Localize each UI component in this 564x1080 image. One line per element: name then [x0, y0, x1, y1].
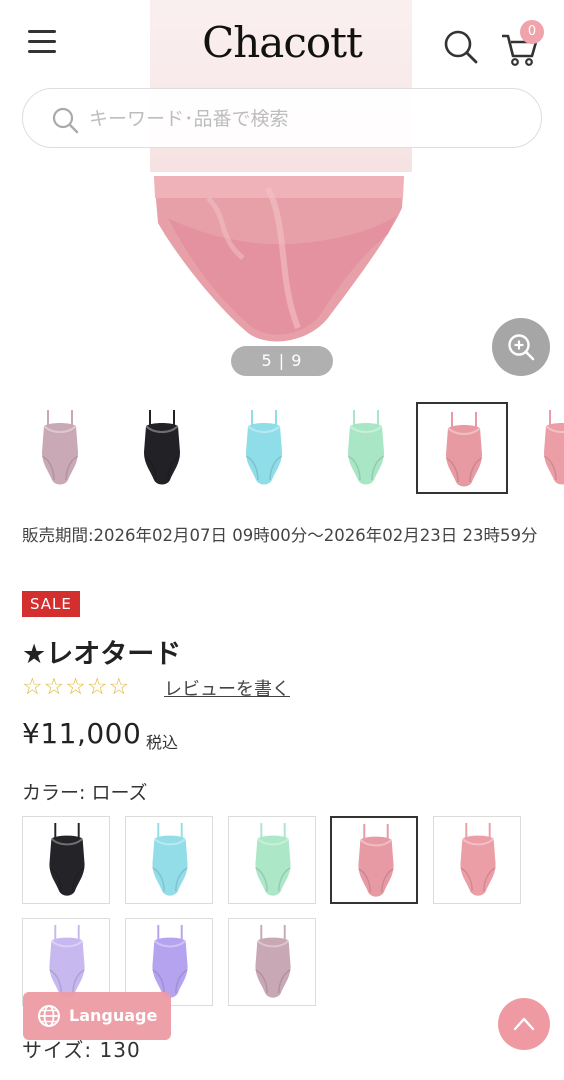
thumbnail[interactable] — [320, 402, 412, 494]
sale-badge: SALE — [22, 591, 80, 617]
color-swatch[interactable] — [125, 816, 213, 904]
chevron-up-icon — [513, 1017, 535, 1031]
cart-count-badge: 0 — [520, 20, 544, 44]
thumbnail-strip — [0, 400, 564, 496]
color-swatch[interactable] — [433, 816, 521, 904]
language-button[interactable]: Language — [23, 992, 171, 1040]
color-swatch[interactable] — [228, 918, 316, 1006]
color-label: カラー: ローズ — [22, 782, 148, 804]
thumbnail[interactable] — [116, 402, 208, 494]
color-swatch[interactable] — [228, 816, 316, 904]
color-swatch[interactable] — [330, 816, 418, 904]
thumbnail[interactable] — [218, 402, 310, 494]
write-review-link[interactable]: レビューを書く — [164, 675, 290, 701]
thumbnail[interactable] — [416, 402, 508, 494]
search-icon — [52, 107, 79, 134]
thumbnail[interactable] — [14, 402, 106, 494]
product-title: ★レオタード — [22, 639, 182, 670]
product-price: ¥11,000 — [22, 717, 142, 750]
image-counter: 5 | 9 — [231, 346, 333, 376]
search-input[interactable] — [89, 101, 509, 137]
search-bar — [22, 88, 542, 148]
language-label: Language — [69, 1006, 158, 1025]
sale-period: 販売期間:2026年02月07日 09時00分～2026年02月23日 23時5… — [22, 526, 538, 545]
rating-stars: ☆☆☆☆☆ — [22, 674, 131, 700]
thumbnail[interactable] — [516, 402, 564, 494]
tax-label: 税込 — [146, 733, 179, 752]
globe-icon — [38, 1005, 60, 1027]
leotard-bottom-image — [154, 176, 404, 342]
site-header: Chacott 0 — [0, 0, 564, 88]
scroll-to-top-button[interactable] — [498, 998, 550, 1050]
search-icon[interactable] — [442, 28, 480, 66]
zoom-in-icon[interactable] — [492, 318, 550, 376]
color-swatch[interactable] — [22, 816, 110, 904]
